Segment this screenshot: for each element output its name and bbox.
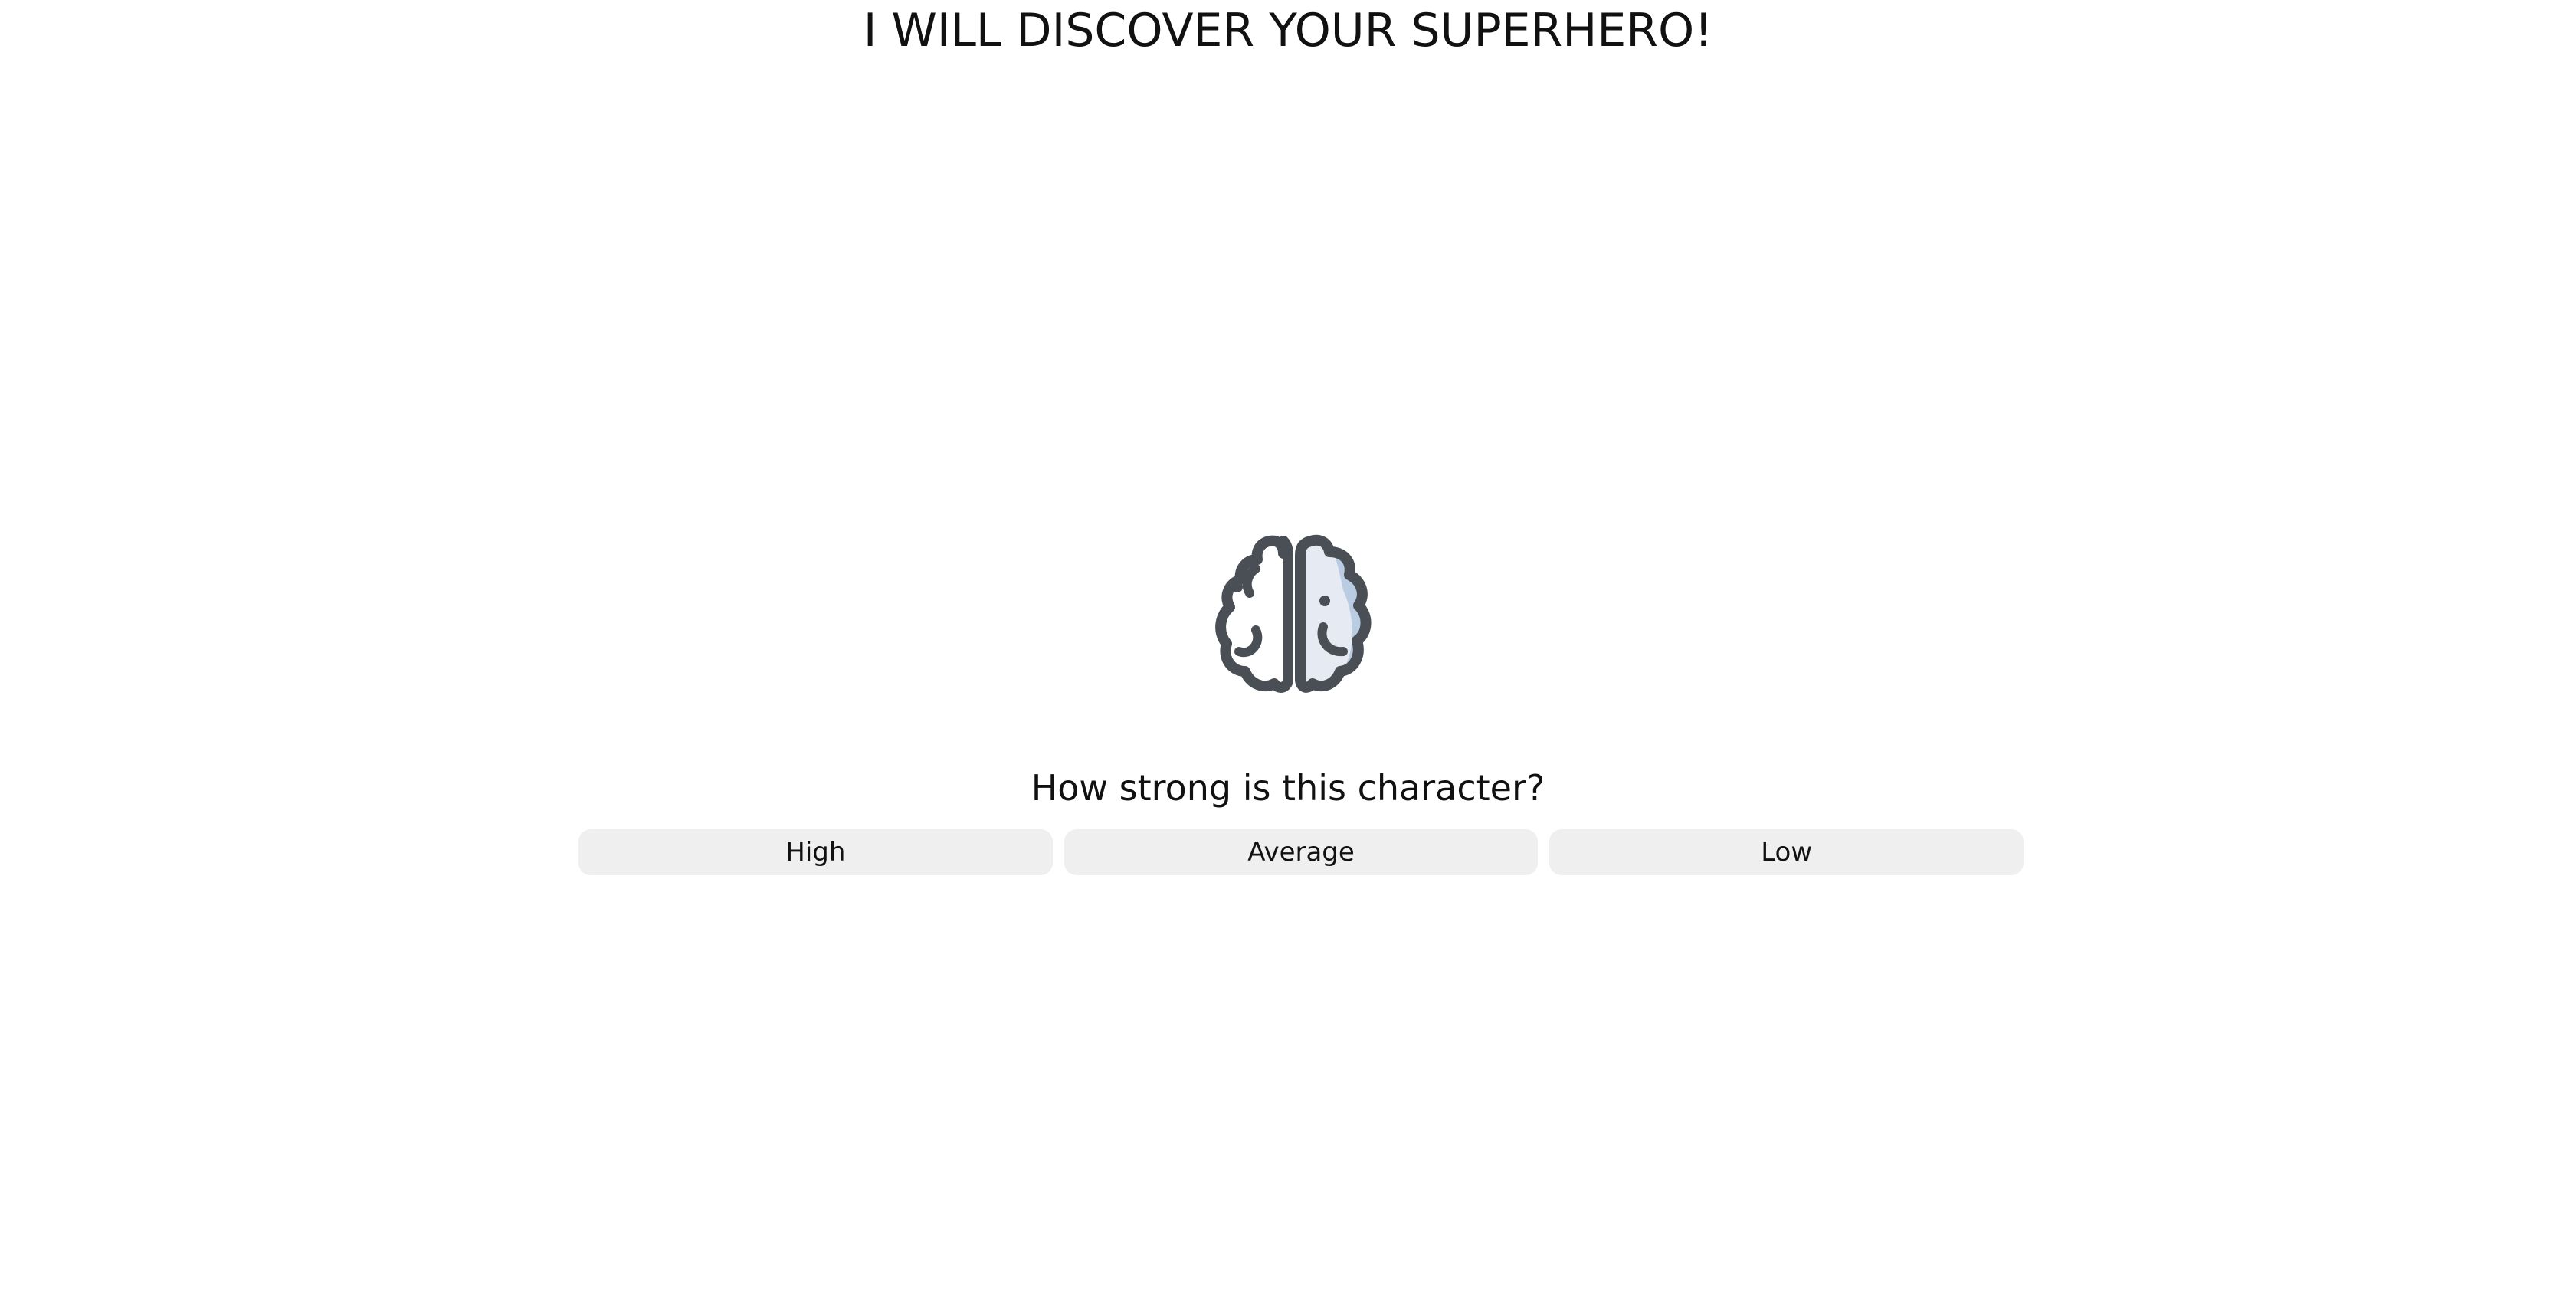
page-title: I WILL DISCOVER YOUR SUPERHERO! xyxy=(863,4,1713,57)
answer-low-button[interactable]: Low xyxy=(1549,829,2024,875)
answer-average-button[interactable]: Average xyxy=(1064,829,1539,875)
answer-high-button[interactable]: High xyxy=(578,829,1053,875)
question-text: How strong is this character? xyxy=(1031,767,1545,809)
page: I WILL DISCOVER YOUR SUPERHERO! How stro… xyxy=(0,0,2576,1296)
brain-icon xyxy=(1215,534,1372,693)
answer-options: High Average Low xyxy=(578,829,2024,875)
